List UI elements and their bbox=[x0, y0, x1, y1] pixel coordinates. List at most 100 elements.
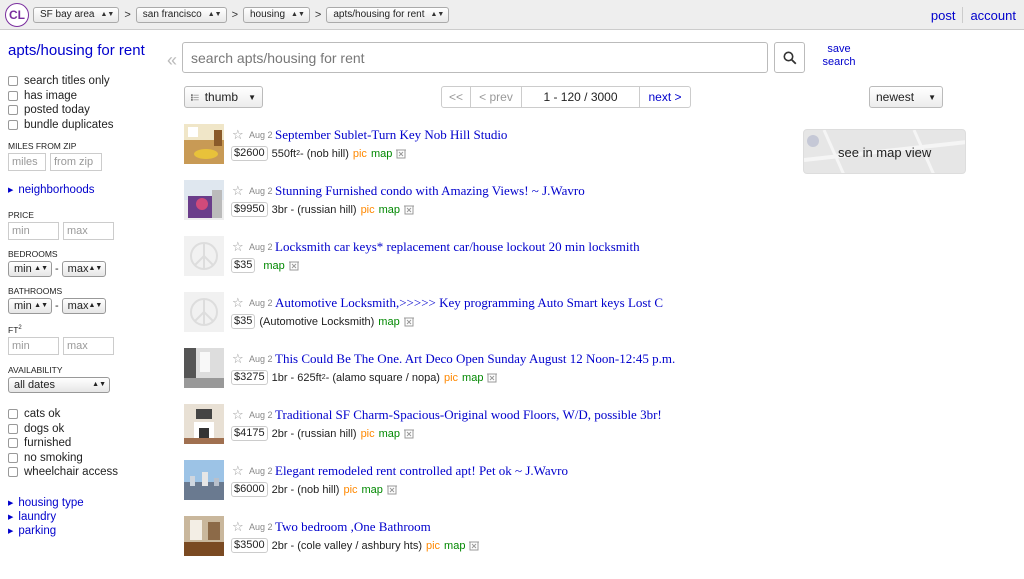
neighborhood-info: - (alamo square / nopa) bbox=[325, 371, 440, 384]
parking-toggle[interactable]: ▶ parking bbox=[8, 524, 163, 538]
filter-has-image[interactable]: has image bbox=[8, 89, 163, 104]
collapse-sidebar-icon[interactable]: « bbox=[167, 50, 177, 71]
listing-thumbnail[interactable] bbox=[184, 236, 224, 276]
map-link[interactable]: map bbox=[462, 372, 483, 384]
listing-title-link[interactable]: Elegant remodeled rent controlled apt! P… bbox=[275, 463, 568, 479]
favorite-star-icon[interactable]: ☆ bbox=[232, 463, 244, 479]
bedrooms-max-select[interactable]: max ▲▼ bbox=[61, 261, 106, 277]
bedrooms-min-select[interactable]: min ▲▼ bbox=[8, 261, 52, 277]
map-link[interactable]: map bbox=[444, 540, 465, 552]
filter-wheelchair-access[interactable]: wheelchair access bbox=[8, 465, 163, 480]
filter-cats-ok[interactable]: cats ok bbox=[8, 407, 163, 422]
map-link[interactable]: map bbox=[379, 428, 400, 440]
craigslist-logo[interactable]: CL bbox=[5, 3, 29, 27]
select-value: max bbox=[67, 263, 89, 275]
hide-posting-icon[interactable] bbox=[487, 372, 498, 383]
crumb-area-select[interactable]: SF bay area ▲▼ bbox=[33, 7, 120, 23]
listing-meta: $4175 2br - (russian hill) pic map bbox=[231, 426, 415, 441]
hide-posting-icon[interactable] bbox=[403, 316, 414, 327]
listing-thumbnail[interactable] bbox=[184, 180, 224, 220]
favorite-star-icon[interactable]: ☆ bbox=[232, 183, 244, 199]
filter-bundle-duplicates[interactable]: bundle duplicates bbox=[8, 118, 163, 133]
hide-posting-icon[interactable] bbox=[386, 484, 397, 495]
checkbox[interactable] bbox=[8, 467, 18, 478]
bedrooms-group: BEDROOMS min ▲▼ - max ▲▼ bbox=[8, 249, 163, 277]
checkbox[interactable] bbox=[8, 90, 18, 101]
miles-input[interactable]: miles bbox=[8, 153, 46, 171]
listing-thumbnail[interactable] bbox=[184, 460, 224, 500]
favorite-star-icon[interactable]: ☆ bbox=[232, 239, 244, 255]
sqft-max-input[interactable]: max bbox=[63, 337, 114, 355]
sqft-min-input[interactable]: min bbox=[8, 337, 59, 355]
neighborhoods-toggle[interactable]: ▶ neighborhoods bbox=[8, 183, 163, 197]
post-link[interactable]: post bbox=[931, 8, 956, 23]
map-link[interactable]: map bbox=[379, 204, 400, 216]
filter-dogs-ok[interactable]: dogs ok bbox=[8, 422, 163, 437]
listing-title-link[interactable]: Locksmith car keys* replacement car/hous… bbox=[275, 239, 640, 255]
listing-title-link[interactable]: Two bedroom ,One Bathroom bbox=[275, 519, 431, 535]
map-view-button[interactable]: see in map view bbox=[803, 129, 966, 174]
checkbox[interactable] bbox=[8, 452, 18, 463]
listing-thumbnail[interactable] bbox=[184, 124, 224, 164]
bathrooms-max-select[interactable]: max ▲▼ bbox=[61, 298, 106, 314]
price-min-input[interactable]: min bbox=[8, 222, 59, 240]
category-title[interactable]: apts/housing for rent bbox=[8, 42, 163, 60]
listing-thumbnail[interactable] bbox=[184, 404, 224, 444]
favorite-star-icon[interactable]: ☆ bbox=[232, 519, 244, 535]
search-button[interactable] bbox=[774, 42, 805, 73]
account-link[interactable]: account bbox=[970, 8, 1016, 23]
hide-posting-icon[interactable] bbox=[396, 148, 407, 159]
listing-thumbnail[interactable] bbox=[184, 348, 224, 388]
listing-title-link[interactable]: Stunning Furnished condo with Amazing Vi… bbox=[275, 183, 585, 199]
crumb-category-select[interactable]: housing ▲▼ bbox=[243, 7, 310, 23]
toggle-label: housing type bbox=[18, 496, 84, 509]
map-link[interactable]: map bbox=[362, 484, 383, 496]
favorite-star-icon[interactable]: ☆ bbox=[232, 351, 244, 367]
crumb-subcategory-select[interactable]: apts/housing for rent ▲▼ bbox=[326, 7, 450, 23]
crumb-subarea-select[interactable]: san francisco ▲▼ bbox=[135, 7, 227, 23]
view-mode-select[interactable]: thumb ▼ bbox=[184, 86, 263, 108]
price-badge: $6000 bbox=[231, 482, 268, 497]
listing-title-link[interactable]: Automotive Locksmith,>>>>> Key programmi… bbox=[275, 295, 663, 311]
checkbox[interactable] bbox=[8, 423, 18, 434]
filter-posted-today[interactable]: posted today bbox=[8, 103, 163, 118]
listing-title-link[interactable]: Traditional SF Charm-Spacious-Original w… bbox=[275, 407, 662, 423]
bathrooms-min-select[interactable]: min ▲▼ bbox=[8, 298, 52, 314]
save-search-link[interactable]: save search bbox=[818, 43, 860, 69]
checkbox[interactable] bbox=[8, 119, 18, 130]
listing-thumbnail[interactable] bbox=[184, 292, 224, 332]
checkbox[interactable] bbox=[8, 409, 18, 420]
checkbox[interactable] bbox=[8, 438, 18, 449]
favorite-star-icon[interactable]: ☆ bbox=[232, 127, 244, 143]
filter-search-titles[interactable]: search titles only bbox=[8, 74, 163, 89]
first-page-button[interactable]: << bbox=[442, 87, 471, 107]
checkbox[interactable] bbox=[8, 105, 18, 116]
listing-title-link[interactable]: September Sublet-Turn Key Nob Hill Studi… bbox=[275, 127, 507, 143]
hide-posting-icon[interactable] bbox=[404, 204, 415, 215]
zip-input[interactable]: from zip bbox=[50, 153, 102, 171]
listing-thumbnail[interactable] bbox=[184, 516, 224, 556]
search-input[interactable]: search apts/housing for rent bbox=[182, 42, 768, 73]
map-link[interactable]: map bbox=[263, 260, 284, 272]
filter-furnished[interactable]: furnished bbox=[8, 436, 163, 451]
filter-no-smoking[interactable]: no smoking bbox=[8, 451, 163, 466]
checkbox-label: cats ok bbox=[24, 408, 61, 421]
chevron-updown-icon: ▲▼ bbox=[34, 265, 48, 272]
housing-type-toggle[interactable]: ▶ housing type bbox=[8, 496, 163, 510]
next-page-button[interactable]: next > bbox=[640, 87, 690, 107]
favorite-star-icon[interactable]: ☆ bbox=[232, 407, 244, 423]
map-link[interactable]: map bbox=[371, 148, 392, 160]
prev-page-button[interactable]: < prev bbox=[471, 87, 522, 107]
favorite-star-icon[interactable]: ☆ bbox=[232, 295, 244, 311]
availability-select[interactable]: all dates ▲▼ bbox=[8, 377, 110, 393]
checkbox-label: dogs ok bbox=[24, 422, 65, 435]
listing-title-link[interactable]: This Could Be The One. Art Deco Open Sun… bbox=[275, 351, 675, 367]
hide-posting-icon[interactable] bbox=[404, 428, 415, 439]
sort-select[interactable]: newest ▼ bbox=[869, 86, 943, 108]
laundry-toggle[interactable]: ▶ laundry bbox=[8, 510, 163, 524]
checkbox[interactable] bbox=[8, 76, 18, 87]
price-max-input[interactable]: max bbox=[63, 222, 114, 240]
map-link[interactable]: map bbox=[378, 316, 399, 328]
hide-posting-icon[interactable] bbox=[469, 540, 480, 551]
hide-posting-icon[interactable] bbox=[288, 260, 299, 271]
